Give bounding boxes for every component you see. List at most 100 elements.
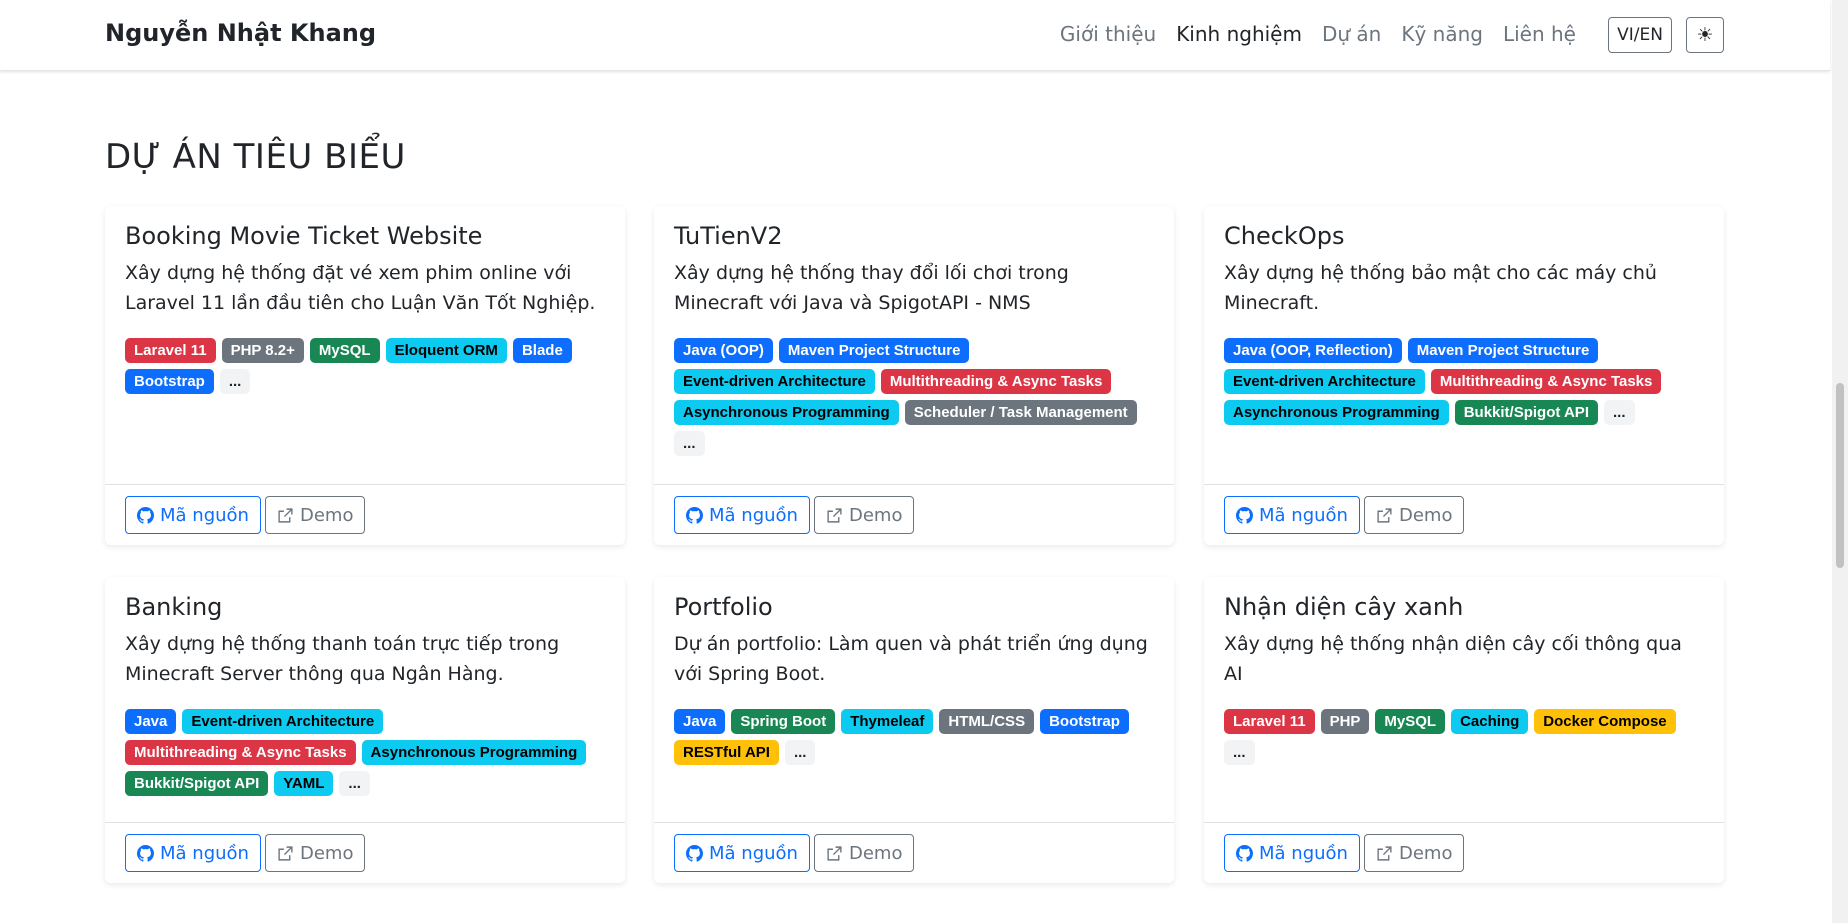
language-toggle-button[interactable]: VI/EN [1608, 17, 1672, 53]
tech-tag: Spring Boot [731, 709, 836, 734]
nav-link-ky-nang[interactable]: Kỹ năng [1401, 22, 1483, 46]
demo-label: Demo [849, 504, 903, 526]
card-footer: Mã nguồn Demo [1204, 822, 1724, 883]
demo-button[interactable]: Demo [814, 834, 915, 872]
source-code-label: Mã nguồn [160, 842, 249, 864]
project-title: Nhận diện cây xanh [1224, 593, 1464, 621]
tech-tag: Event-driven Architecture [182, 709, 384, 734]
project-card: Nhận diện cây xanh Xây dựng hệ thống nhận… [1204, 577, 1724, 883]
more-tags-badge[interactable]: ... [1603, 400, 1635, 425]
tech-tag: Bootstrap [1040, 709, 1129, 734]
tech-tag: PHP [1320, 709, 1370, 734]
card-footer: Mã nguồn Demo [105, 484, 625, 545]
external-link-icon [1376, 845, 1393, 862]
source-code-button[interactable]: Mã nguồn [674, 496, 810, 534]
more-tags-badge[interactable]: ... [674, 431, 705, 456]
card-body: Portfolio Dự án portfolio: Làm quen và ph… [674, 593, 1156, 765]
scrollbar-thumb[interactable] [1836, 383, 1844, 568]
tech-tag: Multithreading & Async Tasks [1430, 369, 1662, 394]
source-code-label: Mã nguồn [1259, 842, 1348, 864]
tech-tag: MySQL [1375, 709, 1446, 734]
demo-button[interactable]: Demo [1364, 496, 1465, 534]
project-card: Portfolio Dự án portfolio: Làm quen và ph… [654, 577, 1174, 883]
more-tags-badge[interactable]: ... [339, 771, 370, 796]
source-code-label: Mã nguồn [1259, 504, 1348, 526]
tech-tags: Laravel 11 PHP 8.2+ MySQL Eloquent ORM Blade… [125, 338, 607, 394]
project-title: Banking [125, 593, 223, 621]
tech-tag: PHP 8.2+ [221, 338, 304, 363]
card-body: TuTienV2 Xây dựng hệ thống thay đổi lối c… [674, 222, 1156, 456]
github-icon [137, 506, 154, 524]
tech-tags: Java (OOP, Reflection) Maven Project Stru… [1224, 338, 1706, 425]
source-code-label: Mã nguồn [160, 504, 249, 526]
tech-tag: Maven Project Structure [778, 338, 970, 363]
project-card: Booking Movie Ticket Website Xây dựng hệ … [105, 206, 625, 545]
tech-tag: Blade [512, 338, 572, 363]
card-body: Booking Movie Ticket Website Xây dựng hệ … [125, 222, 607, 394]
source-code-button[interactable]: Mã nguồn [125, 496, 261, 534]
project-title: Portfolio [674, 593, 773, 621]
tech-tag: Asynchronous Programming [361, 740, 587, 765]
more-tags-badge[interactable]: ... [1224, 740, 1255, 765]
source-code-label: Mã nguồn [709, 504, 798, 526]
nav-link-lien-he[interactable]: Liên hệ [1503, 22, 1576, 46]
tech-tag: Multithreading & Async Tasks [880, 369, 1112, 394]
demo-button[interactable]: Demo [1364, 834, 1465, 872]
project-card: CheckOps Xây dựng hệ thống bảo mật cho cá… [1204, 206, 1724, 545]
more-tags-badge[interactable]: ... [784, 740, 816, 765]
demo-label: Demo [1399, 842, 1453, 864]
nav-link-du-an[interactable]: Dự án [1322, 22, 1381, 46]
theme-toggle-button[interactable]: ☀ [1686, 17, 1724, 53]
demo-button[interactable]: Demo [814, 496, 915, 534]
nav-link-gioi-thieu[interactable]: Giới thiệu [1060, 22, 1156, 46]
demo-label: Demo [300, 504, 354, 526]
project-title: TuTienV2 [674, 222, 783, 250]
tech-tag: Maven Project Structure [1407, 338, 1599, 363]
tech-tag: Caching [1451, 709, 1529, 734]
external-link-icon [277, 507, 294, 524]
tech-tag: Java [125, 709, 177, 734]
project-title: Booking Movie Ticket Website [125, 222, 483, 250]
tech-tag: Java (OOP) [674, 338, 773, 363]
navbar: Nguyễn Nhật Khang Giới thiệu Kinh nghiệm… [0, 0, 1830, 71]
demo-label: Demo [1399, 504, 1453, 526]
external-link-icon [826, 507, 843, 524]
github-icon [686, 506, 703, 524]
project-description: Xây dựng hệ thống bảo mật cho các máy ch… [1224, 262, 1657, 314]
project-description: Xây dựng hệ thống đặt vé xem phim online… [125, 262, 596, 314]
tech-tag: Eloquent ORM [385, 338, 507, 363]
source-code-button[interactable]: Mã nguồn [1224, 834, 1360, 872]
tech-tag: MySQL [309, 338, 380, 363]
tech-tag: Laravel 11 [1224, 709, 1315, 734]
tech-tag: Java [674, 709, 726, 734]
source-code-button[interactable]: Mã nguồn [125, 834, 261, 872]
nav-links: Giới thiệu Kinh nghiệm Dự án Kỹ năng Liê… [1060, 22, 1576, 46]
demo-button[interactable]: Demo [265, 496, 366, 534]
tech-tag: Asynchronous Programming [674, 400, 899, 425]
card-footer: Mã nguồn Demo [654, 822, 1174, 883]
tech-tags: Java Event-driven Architecture Multithread… [125, 709, 607, 796]
card-footer: Mã nguồn Demo [105, 822, 625, 883]
project-card: Banking Xây dựng hệ thống thanh toán trực… [105, 577, 625, 883]
github-icon [1236, 844, 1253, 862]
tech-tag: Multithreading & Async Tasks [125, 740, 356, 765]
github-icon [1236, 506, 1253, 524]
external-link-icon [277, 845, 294, 862]
brand-name[interactable]: Nguyễn Nhật Khang [105, 19, 376, 47]
tech-tags: Java (OOP) Maven Project Structure Event-d… [674, 338, 1156, 456]
section-title: DỰ ÁN TIÊU BIỂU [105, 137, 406, 177]
tech-tags: Java Spring Boot Thymeleaf HTML/CSS Bootstra… [674, 709, 1156, 765]
tech-tag: YAML [274, 771, 334, 796]
project-description: Xây dựng hệ thống thay đổi lối chơi tron… [674, 262, 1069, 314]
tech-tag: Laravel 11 [125, 338, 216, 363]
nav-link-kinh-nghiem[interactable]: Kinh nghiệm [1176, 22, 1302, 46]
demo-button[interactable]: Demo [265, 834, 366, 872]
tech-tags: Laravel 11 PHP MySQL Caching Docker Compose.… [1224, 709, 1706, 765]
project-description: Xây dựng hệ thống thanh toán trực tiếp t… [125, 633, 560, 685]
project-title: CheckOps [1224, 222, 1345, 250]
card-body: Banking Xây dựng hệ thống thanh toán trực… [125, 593, 607, 796]
source-code-button[interactable]: Mã nguồn [674, 834, 810, 872]
source-code-button[interactable]: Mã nguồn [1224, 496, 1360, 534]
tech-tag: Scheduler / Task Management [904, 400, 1137, 425]
more-tags-badge[interactable]: ... [219, 369, 251, 394]
